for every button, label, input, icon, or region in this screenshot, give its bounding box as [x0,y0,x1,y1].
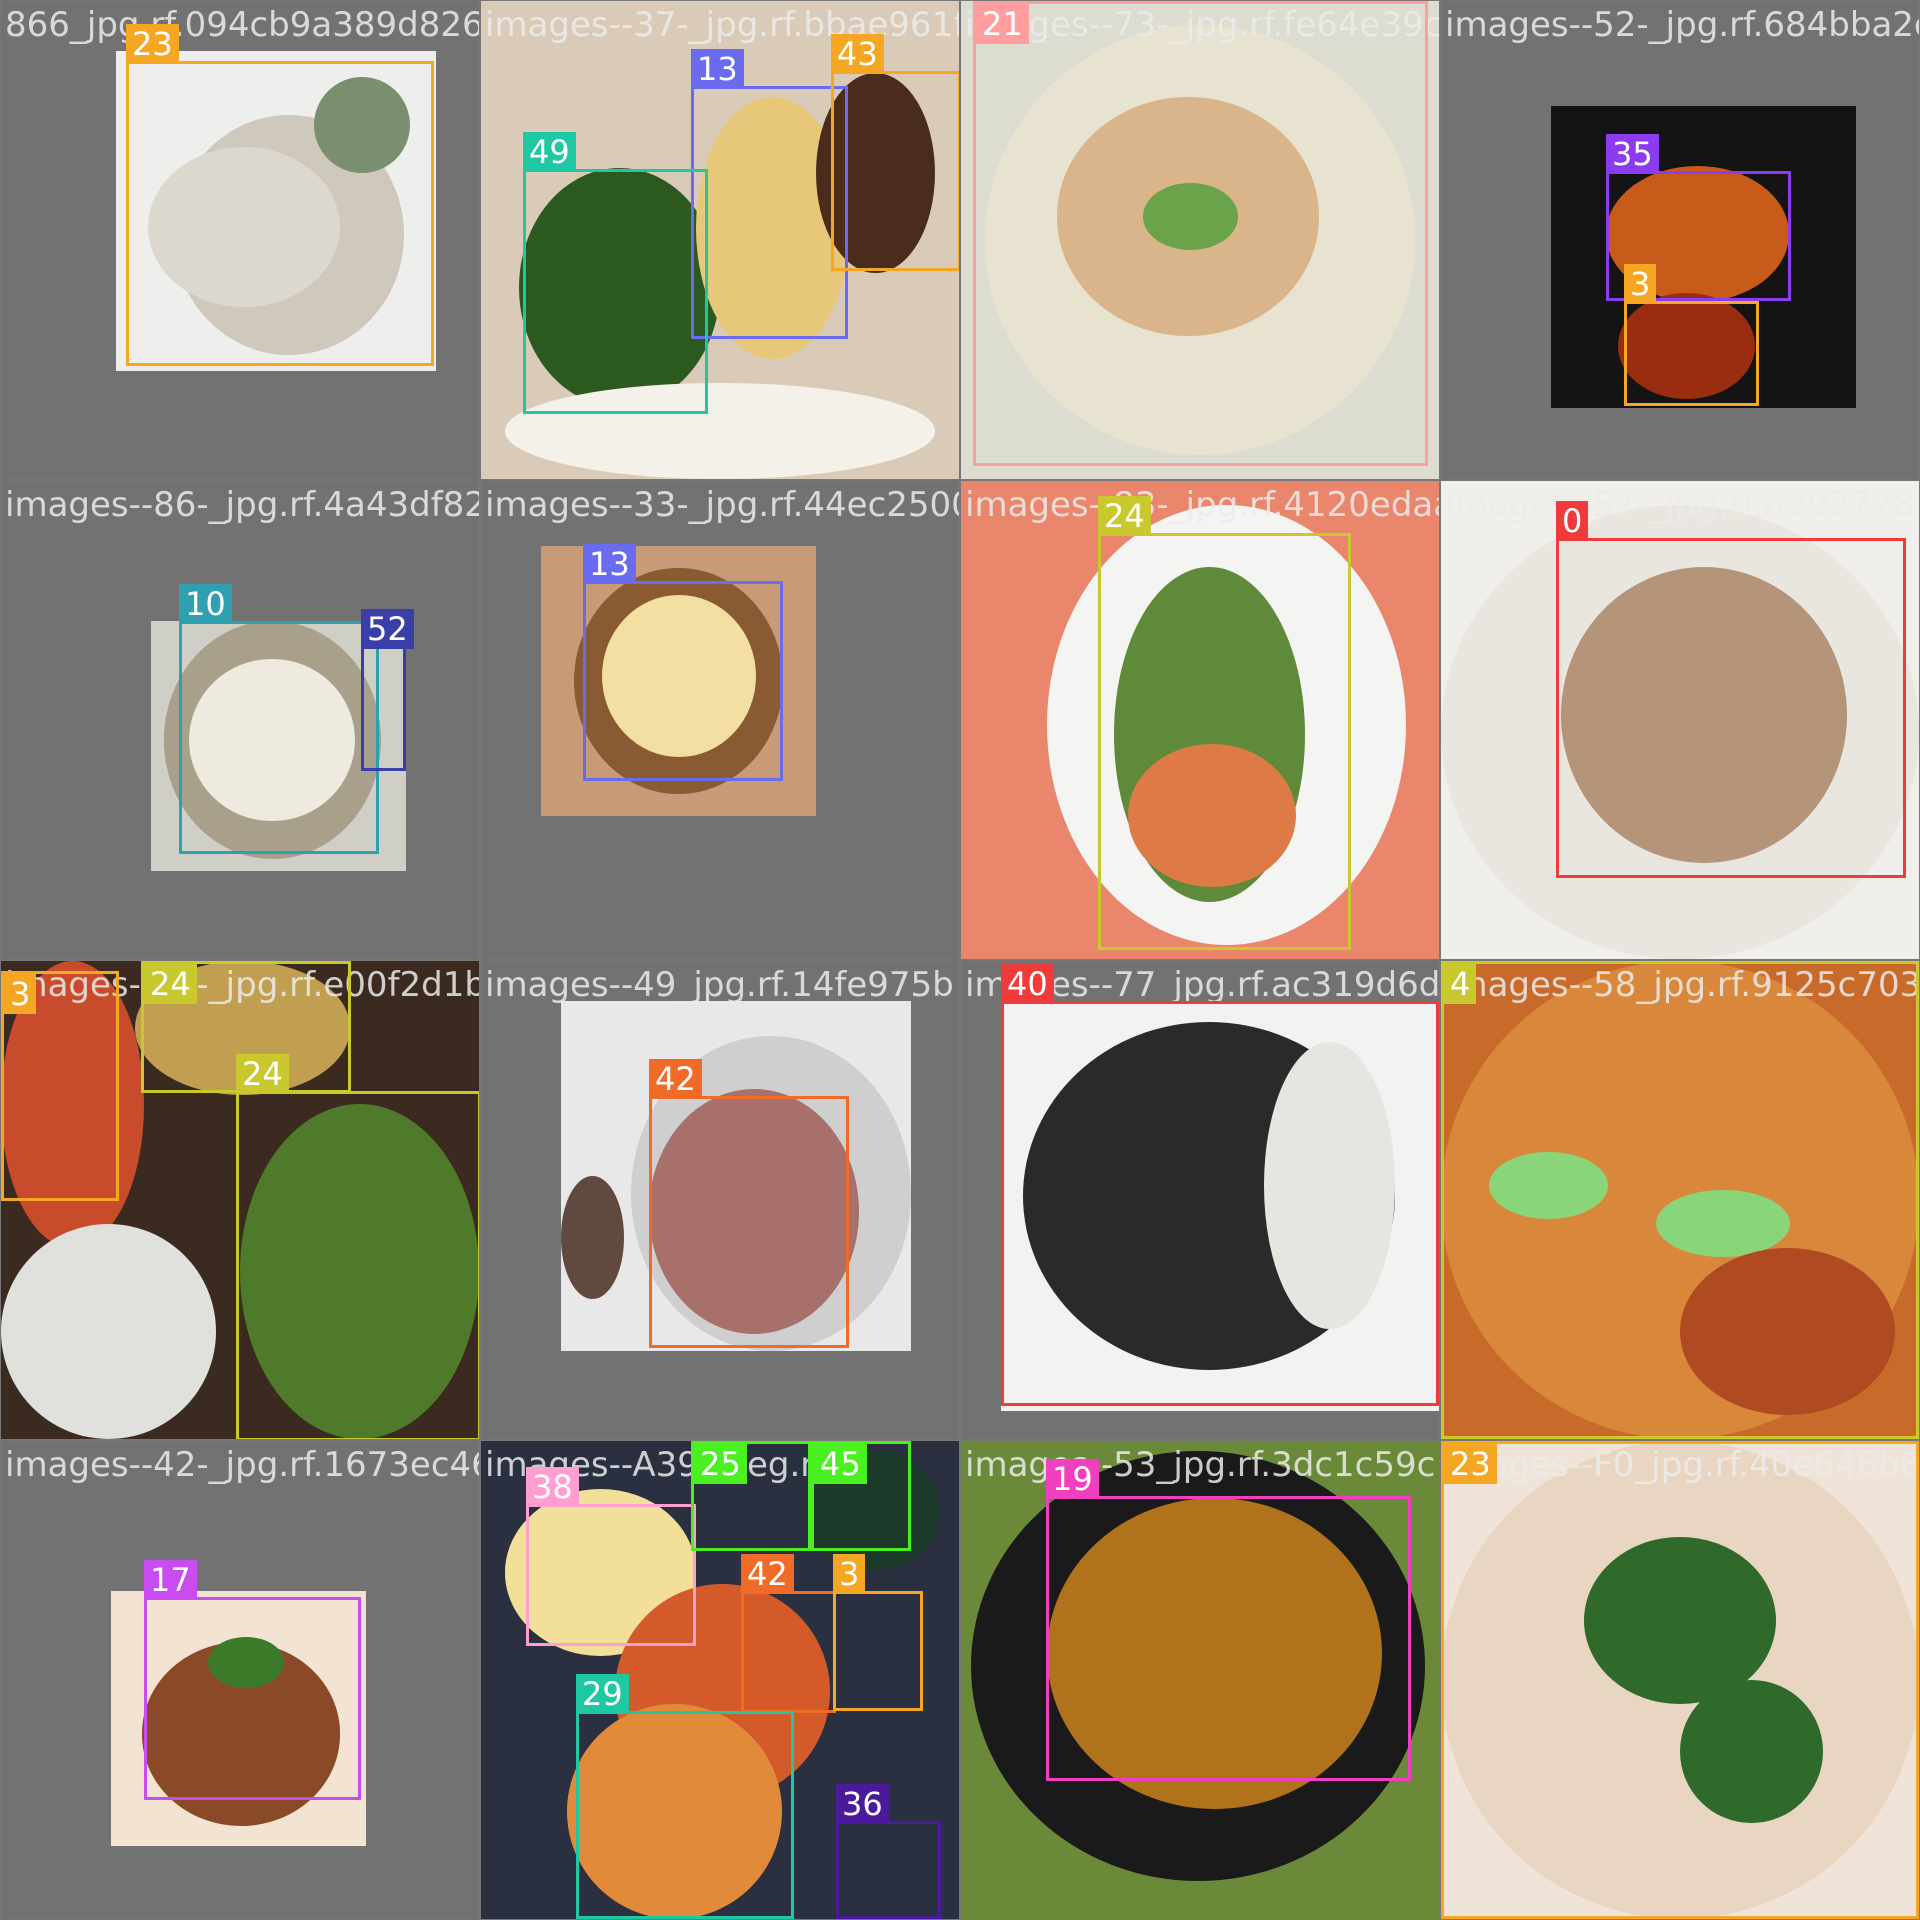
bounding-box-class-29: 29 [576,1674,794,1919]
class-label: 10 [179,584,232,624]
bounding-box-class-17: 17 [144,1560,361,1800]
class-label: 23 [1444,1444,1497,1484]
bounding-box-class-38: 38 [526,1467,696,1646]
bounding-box-class-49: 49 [523,132,708,414]
bounding-box-class-0: 0 [1556,501,1906,878]
class-label: 42 [741,1554,794,1594]
image-filename: images--42-_jpg.rf.1673ec46 [5,1445,479,1485]
class-label: 38 [526,1467,579,1507]
image-filename: images--49_jpg.rf.14fe975b [485,965,954,1005]
tile-11: images--77_jpg.rf.ac319d6d4d540 [961,961,1439,1439]
class-label: 43 [831,34,884,74]
image-filename: images--33-_jpg.rf.44ec2500 [485,485,959,525]
bounding-box-class-21: 21 [973,1,1428,466]
tile-10: images--49_jpg.rf.14fe975b 42 [481,961,959,1439]
class-label: 3 [4,974,37,1014]
tile-5: images--86-_jpg.rf.4a43df82 10 52 [1,481,479,959]
tile-16: images--F0_jpg.rf.40e646b8 23 [1441,1441,1919,1919]
class-label: 35 [1606,134,1659,174]
bounding-box-class-4: 4 [1441,961,1919,1439]
bounding-box-class-45: 45 [811,1441,911,1551]
class-label: 24 [144,964,197,1004]
bounding-box-class-52: 52 [361,609,414,771]
tile-14: images--A39_jpeg.rf... 38 25 45 42 3 29 36 [481,1441,959,1919]
class-label: 29 [576,1674,629,1714]
bounding-box-class-3: 3 [833,1554,923,1711]
image-filename: 866_jpg.rf.094cb9a389d8263 [5,5,479,45]
bounding-box-class-25: 25 [691,1441,811,1551]
bounding-box-class-36: 36 [836,1784,941,1919]
class-label: 21 [976,4,1029,44]
bounding-box-class-23: 23 [1441,1441,1919,1919]
class-label: 19 [1046,1459,1099,1499]
bounding-box-class-23: 23 [126,24,434,366]
class-label: 36 [836,1784,889,1824]
bounding-box-class-13: 13 [691,49,848,339]
tile-12: images--58_jpg.rf.9125c703 4 [1441,961,1919,1439]
bounding-box-class-3: 3 [1,971,119,1201]
image-filename: images--86-_jpg.rf.4a43df82 [5,485,479,525]
class-label: 13 [691,49,744,89]
class-label: 24 [1098,496,1151,536]
class-label: 40 [1001,964,1054,1004]
class-label: 52 [361,609,414,649]
bounding-box-class-42: 42 [649,1059,849,1348]
class-label: 3 [1624,264,1657,304]
bounding-box-class-10: 10 [179,584,379,854]
detection-mosaic: 866_jpg.rf.094cb9a389d8263 23 images--37-_… [0,0,1920,1920]
tile-13: images--42-_jpg.rf.1673ec46 17 [1,1441,479,1919]
class-label: 23 [126,24,179,64]
tile-8: images--57-_jpg.rf.82927781 0 [1441,481,1919,959]
tile-6: images--33-_jpg.rf.44ec2500 13 [481,481,959,959]
bounding-box-class-24: 24 [1098,496,1351,950]
class-label: 45 [814,1444,867,1484]
class-label: 0 [1556,501,1589,541]
tile-4: images--52-_jpg.rf.684bba2c 35 3 [1441,1,1919,479]
food-region [1,1223,217,1439]
food-region [561,1176,624,1299]
bounding-box-class-24: 24 [236,1054,479,1439]
class-label: 4 [1444,964,1477,1004]
bounding-box-class-43: 43 [831,34,959,271]
bounding-box-class-19: 19 [1046,1459,1411,1781]
class-label: 17 [144,1560,197,1600]
class-label: 42 [649,1059,702,1099]
tile-2: images--37-_jpg.rf.bbae961fa...134349 [481,1,959,479]
class-label: 25 [694,1444,747,1484]
tile-9: images--53-_jpg.rf.e00f2d1b 3 24 24 [1,961,479,1439]
class-label: 24 [236,1054,289,1094]
tile-1: 866_jpg.rf.094cb9a389d8263 23 [1,1,479,479]
tile-3: images--73-_jpg.rf.fe64e39cd85eff421 [961,1,1439,479]
bounding-box-class-42: 42 [741,1554,836,1713]
bounding-box-class-13: 13 [583,544,783,781]
bounding-box-class-40: 40 [1001,964,1439,1406]
tile-7: images--83-_jpg.rf.4120edaa 24 [961,481,1439,959]
tile-15: images--53_jpg.rf.3dc1c59c 19 [961,1441,1439,1919]
class-label: 3 [833,1554,866,1594]
class-label: 49 [523,132,576,172]
image-filename: images--52-_jpg.rf.684bba2c [1445,5,1919,45]
bounding-box-class-3: 3 [1624,264,1759,406]
class-label: 13 [583,544,636,584]
